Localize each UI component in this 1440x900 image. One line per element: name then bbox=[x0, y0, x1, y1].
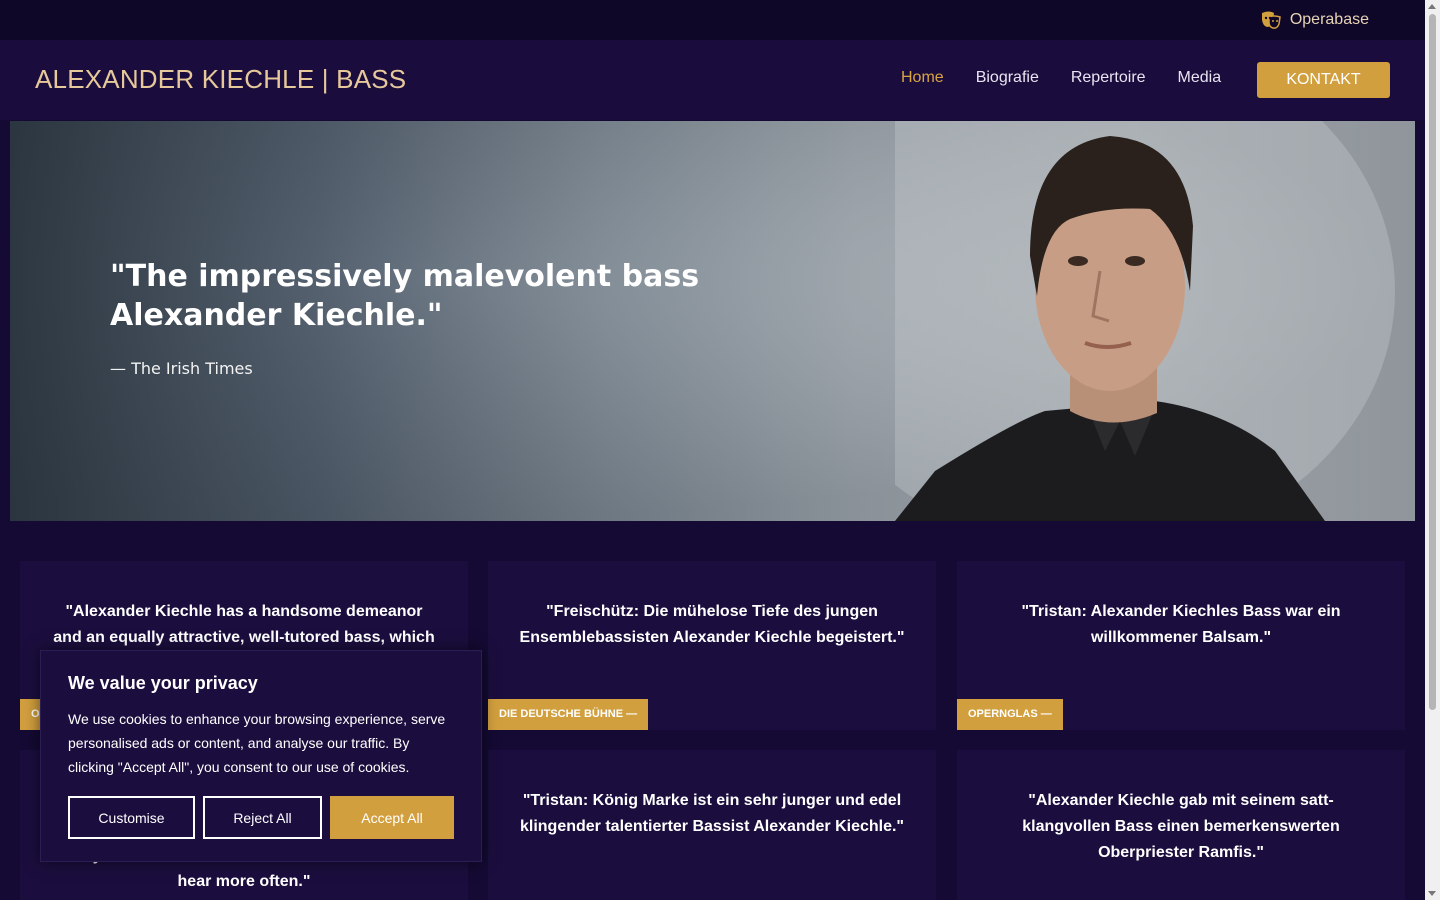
customise-button[interactable]: Customise bbox=[68, 796, 195, 839]
review-source-tag[interactable]: DIE DEUTSCHE BÜHNE — bbox=[488, 699, 649, 730]
top-bar: Operabase bbox=[0, 0, 1425, 40]
scroll-up-arrow-icon[interactable] bbox=[1428, 4, 1436, 9]
review-text: "Tristan: Alexander Kiechles Bass war ei… bbox=[1021, 603, 1341, 646]
page-scrollbar[interactable] bbox=[1425, 0, 1440, 900]
cookie-title: We value your privacy bbox=[68, 673, 258, 693]
review-text: "Alexander Kiechle has a handsome demean… bbox=[53, 603, 435, 646]
hero-quote: "The impressively malevolent bass Alexan… bbox=[110, 259, 700, 333]
accept-all-button[interactable]: Accept All bbox=[330, 796, 454, 839]
hero-banner: "The impressively malevolent bass Alexan… bbox=[10, 121, 1415, 521]
nav-item-repertoire[interactable]: Repertoire bbox=[1071, 69, 1146, 87]
main-nav: ALEXANDER KIECHLE | BASS Home Biografie … bbox=[0, 40, 1425, 120]
review-card: "Tristan: Alexander Kiechles Bass war ei… bbox=[957, 561, 1405, 730]
scroll-down-arrow-icon[interactable] bbox=[1428, 891, 1436, 896]
nav-item-home[interactable]: Home bbox=[901, 69, 944, 87]
review-card: "Alexander Kiechle gab mit seinem satt-k… bbox=[957, 750, 1405, 900]
nav-item-media[interactable]: Media bbox=[1178, 69, 1222, 87]
theater-mask-icon bbox=[1261, 11, 1281, 29]
review-text: "Alexander Kiechle gab mit seinem satt-k… bbox=[1022, 792, 1340, 861]
site-brand[interactable]: ALEXANDER KIECHLE | BASS bbox=[35, 64, 406, 95]
artist-portrait bbox=[895, 121, 1395, 521]
cookie-consent-dialog: We value your privacy We use cookies to … bbox=[40, 650, 482, 862]
hero-quote-source: — The Irish Times bbox=[110, 359, 253, 378]
review-text: "Tristan: König Marke ist ein sehr junge… bbox=[519, 792, 905, 835]
kontakt-button[interactable]: KONTAKT bbox=[1257, 62, 1390, 98]
nav-menu: Home Biografie Repertoire Media bbox=[901, 69, 1221, 87]
review-card: "Tristan: König Marke ist ein sehr junge… bbox=[488, 750, 936, 900]
cookie-text: We use cookies to enhance your browsing … bbox=[68, 711, 446, 775]
review-text: "Freischütz: Die mühelose Tiefe des jung… bbox=[519, 603, 905, 646]
operabase-link[interactable]: Operabase bbox=[1260, 10, 1369, 30]
review-source-tag[interactable]: OPERNGLAS — bbox=[957, 699, 1063, 730]
review-card: "Freischütz: Die mühelose Tiefe des jung… bbox=[488, 561, 936, 730]
nav-item-biografie[interactable]: Biografie bbox=[976, 69, 1039, 87]
operabase-label: Operabase bbox=[1289, 11, 1369, 28]
scrollbar-thumb[interactable] bbox=[1429, 14, 1436, 710]
reject-all-button[interactable]: Reject All bbox=[203, 796, 322, 839]
